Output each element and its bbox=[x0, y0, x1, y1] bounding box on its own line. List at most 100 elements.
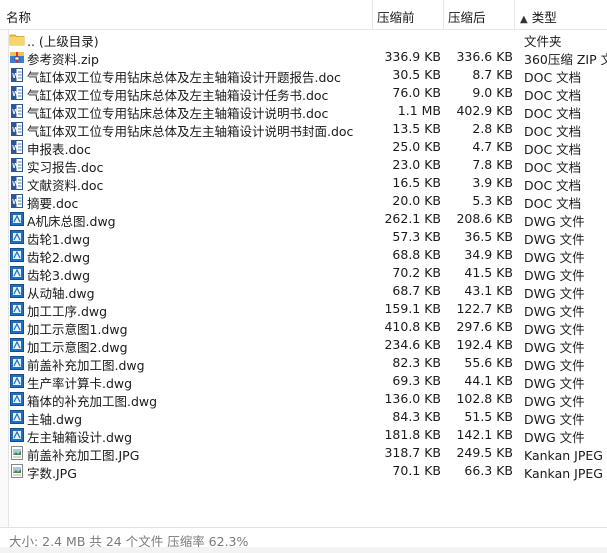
column-divider[interactable] bbox=[372, 0, 373, 30]
file-row[interactable]: W 气缸体双工位专用钻床总体及左主轴箱设计开题报告.doc 30.5 KB 8.7 K… bbox=[0, 66, 607, 85]
folder-icon bbox=[9, 31, 25, 47]
original-size: 159.1 KB bbox=[384, 301, 441, 316]
file-row[interactable]: 前盖补充加工图.dwg 82.3 KB 55.6 KB DWG 文件 bbox=[0, 354, 607, 373]
original-size: 336.9 KB bbox=[384, 49, 441, 64]
doc-icon: W bbox=[9, 67, 25, 83]
original-size: 262.1 KB bbox=[384, 211, 441, 226]
compressed-size: 44.1 KB bbox=[464, 373, 513, 388]
compressed-size: 122.7 KB bbox=[456, 301, 513, 316]
file-row[interactable]: 齿轮3.dwg 70.2 KB 41.5 KB DWG 文件 bbox=[0, 264, 607, 283]
file-row[interactable]: 箱体的补充加工图.dwg 136.0 KB 102.8 KB DWG 文件 bbox=[0, 390, 607, 409]
original-size: 82.3 KB bbox=[392, 355, 441, 370]
compressed-size: 55.6 KB bbox=[464, 355, 513, 370]
column-divider[interactable] bbox=[443, 0, 444, 30]
svg-text:W: W bbox=[12, 163, 19, 170]
original-size: 1.1 MB bbox=[397, 103, 441, 118]
jpg-icon bbox=[9, 445, 25, 461]
doc-icon: W bbox=[9, 175, 25, 191]
original-size: 68.8 KB bbox=[392, 247, 441, 262]
dwg-icon bbox=[9, 355, 25, 371]
original-size: 318.7 KB bbox=[384, 445, 441, 460]
file-row[interactable]: W 文献资料.doc 16.5 KB 3.9 KB DOC 文档 bbox=[0, 174, 607, 193]
compressed-size: 336.6 KB bbox=[456, 49, 513, 64]
file-row[interactable]: 从动轴.dwg 68.7 KB 43.1 KB DWG 文件 bbox=[0, 282, 607, 301]
dwg-icon bbox=[9, 211, 25, 227]
parent-directory-row[interactable]: .. (上级目录) 文件夹 bbox=[0, 30, 607, 49]
dwg-icon bbox=[9, 301, 25, 317]
file-row[interactable]: 加工工序.dwg 159.1 KB 122.7 KB DWG 文件 bbox=[0, 300, 607, 319]
compressed-size: 66.3 KB bbox=[464, 463, 513, 478]
svg-text:W: W bbox=[12, 199, 19, 206]
file-row[interactable]: 生产率计算卡.dwg 69.3 KB 44.1 KB DWG 文件 bbox=[0, 372, 607, 391]
dwg-icon bbox=[9, 427, 25, 443]
svg-text:W: W bbox=[12, 91, 19, 98]
file-row[interactable]: 字数.JPG 70.1 KB 66.3 KB Kankan JPEG 图 bbox=[0, 462, 607, 481]
file-row[interactable]: 左主轴箱设计.dwg 181.8 KB 142.1 KB DWG 文件 bbox=[0, 426, 607, 445]
compressed-size: 41.5 KB bbox=[464, 265, 513, 280]
dwg-icon bbox=[9, 319, 25, 335]
compressed-size: 9.0 KB bbox=[472, 85, 513, 100]
file-row[interactable]: W 气缸体双工位专用钻床总体及左主轴箱设计说明书封面.doc 13.5 KB 2.8 … bbox=[0, 120, 607, 139]
original-size: 76.0 KB bbox=[392, 85, 441, 100]
column-header: 名称 压缩前 压缩后 ▲ 类型 bbox=[0, 0, 607, 30]
file-row[interactable]: W 气缸体双工位专用钻床总体及左主轴箱设计说明书.doc 1.1 MB 402.9 K… bbox=[0, 102, 607, 121]
compressed-size: 208.6 KB bbox=[456, 211, 513, 226]
svg-text:W: W bbox=[12, 181, 19, 188]
dwg-icon bbox=[9, 337, 25, 353]
original-size: 84.3 KB bbox=[392, 409, 441, 424]
doc-icon: W bbox=[9, 157, 25, 173]
compressed-size: 102.8 KB bbox=[456, 391, 513, 406]
column-type-label: 类型 bbox=[531, 10, 557, 25]
doc-icon: W bbox=[9, 193, 25, 209]
jpg-icon bbox=[9, 463, 25, 479]
original-size: 16.5 KB bbox=[392, 175, 441, 190]
original-size: 136.0 KB bbox=[384, 391, 441, 406]
column-divider[interactable] bbox=[514, 0, 515, 30]
doc-icon: W bbox=[9, 121, 25, 137]
original-size: 23.0 KB bbox=[392, 157, 441, 172]
compressed-size: 4.7 KB bbox=[472, 139, 513, 154]
underlying-window-strip bbox=[0, 547, 607, 553]
doc-icon: W bbox=[9, 139, 25, 155]
dwg-icon bbox=[9, 409, 25, 425]
compressed-size: 36.5 KB bbox=[464, 229, 513, 244]
file-row[interactable]: 参考资料.zip 336.9 KB 336.6 KB 360压缩 ZIP 文 bbox=[0, 48, 607, 67]
file-row[interactable]: 齿轮1.dwg 57.3 KB 36.5 KB DWG 文件 bbox=[0, 228, 607, 247]
svg-text:W: W bbox=[12, 127, 19, 134]
file-row[interactable]: 加工示意图2.dwg 234.6 KB 192.4 KB DWG 文件 bbox=[0, 336, 607, 355]
status-bar: 大小: 2.4 MB 共 24 个文件 压缩率 62.3% bbox=[0, 527, 607, 549]
file-row[interactable]: W 申报表.doc 25.0 KB 4.7 KB DOC 文档 bbox=[0, 138, 607, 157]
original-size: 25.0 KB bbox=[392, 139, 441, 154]
compressed-size: 249.5 KB bbox=[456, 445, 513, 460]
file-row[interactable]: 主轴.dwg 84.3 KB 51.5 KB DWG 文件 bbox=[0, 408, 607, 427]
file-row[interactable]: 加工示意图1.dwg 410.8 KB 297.6 KB DWG 文件 bbox=[0, 318, 607, 337]
original-size: 20.0 KB bbox=[392, 193, 441, 208]
file-name: 字数.JPG bbox=[27, 466, 77, 481]
file-row[interactable]: W 实习报告.doc 23.0 KB 7.8 KB DOC 文档 bbox=[0, 156, 607, 175]
file-row[interactable]: 前盖补充加工图.JPG318.7 KB249.5 KBKankan JPEG 图 bbox=[0, 444, 607, 463]
compressed-size: 51.5 KB bbox=[464, 409, 513, 424]
compressed-size: 402.9 KB bbox=[456, 103, 513, 118]
original-size: 69.3 KB bbox=[392, 373, 441, 388]
column-type[interactable]: ▲ 类型 bbox=[520, 7, 557, 26]
file-row[interactable]: W 气缸体双工位专用钻床总体及左主轴箱设计任务书.doc 76.0 KB 9.0 KB… bbox=[0, 84, 607, 103]
original-size: 57.3 KB bbox=[392, 229, 441, 244]
zip-icon bbox=[9, 49, 25, 65]
original-size: 70.2 KB bbox=[392, 265, 441, 280]
file-row[interactable]: 齿轮2.dwg 68.8 KB 34.9 KB DWG 文件 bbox=[0, 246, 607, 265]
compressed-size: 5.3 KB bbox=[472, 193, 513, 208]
svg-text:W: W bbox=[12, 109, 19, 116]
column-packed-size[interactable]: 压缩前 bbox=[377, 7, 415, 26]
file-row[interactable]: A机床总图.dwg 262.1 KB 208.6 KB DWG 文件 bbox=[0, 210, 607, 229]
compressed-size: 192.4 KB bbox=[456, 337, 513, 352]
compressed-size: 2.8 KB bbox=[472, 121, 513, 136]
original-size: 181.8 KB bbox=[384, 427, 441, 442]
file-row[interactable]: W 摘要.doc 20.0 KB 5.3 KB DOC 文档 bbox=[0, 192, 607, 211]
doc-icon: W bbox=[9, 103, 25, 119]
compressed-size: 142.1 KB bbox=[456, 427, 513, 442]
dwg-icon bbox=[9, 265, 25, 281]
compressed-size: 297.6 KB bbox=[456, 319, 513, 334]
sort-ascending-icon: ▲ bbox=[520, 14, 528, 25]
column-name[interactable]: 名称 bbox=[6, 7, 31, 26]
column-compressed-size[interactable]: 压缩后 bbox=[448, 7, 486, 26]
